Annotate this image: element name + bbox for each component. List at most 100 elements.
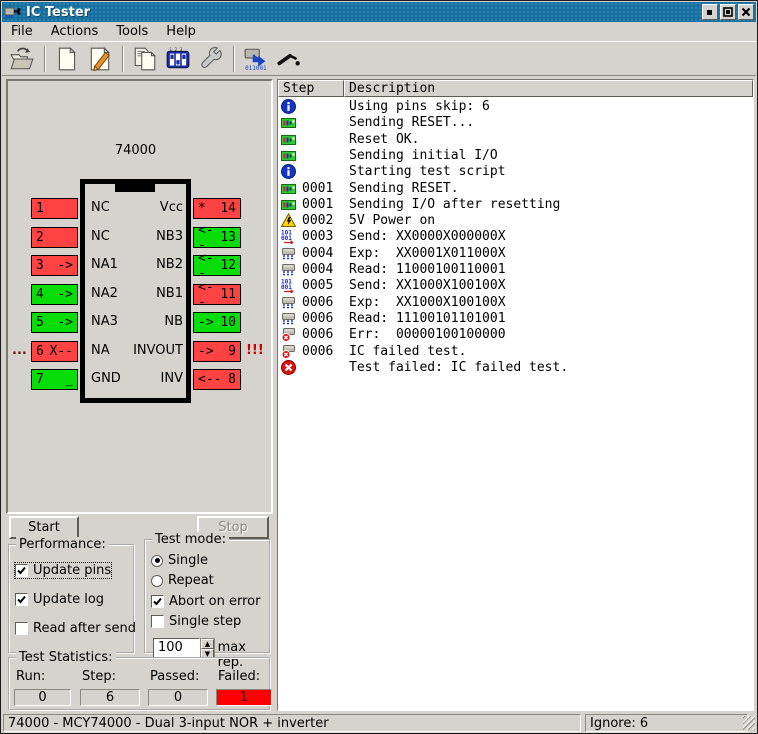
radio-single[interactable]: Single (151, 553, 208, 568)
pin-14-box[interactable]: *14 (193, 198, 241, 219)
log-row[interactable]: Sending RESET... (278, 115, 753, 131)
dip-switch-icon: 1 2 3 (165, 46, 191, 72)
titlebar[interactable]: IC Tester (2, 2, 756, 22)
log-row[interactable]: Sending initial I/O (278, 148, 753, 164)
pin-12-box[interactable]: <--12 (193, 255, 241, 276)
checkbox-box[interactable] (151, 595, 164, 608)
pin-4-box[interactable]: 4-> (31, 284, 78, 305)
checkbox-box[interactable] (151, 615, 164, 628)
pin-8-box[interactable]: <--8 (193, 369, 241, 390)
log-step: 0004 (302, 246, 333, 261)
log-row[interactable]: 0001Sending I/O after resetting (278, 197, 753, 213)
pin-7-box[interactable]: 7_ (31, 369, 78, 390)
log-step: 0006 (302, 344, 333, 359)
log-row[interactable]: 1010010005Send: XX1000X100100X (278, 278, 753, 294)
pin-row: 3->NA1NB2<--12 (8, 255, 275, 276)
performance-group: Performance: Update pinsUpdate logRead a… (8, 544, 135, 654)
status-ignore-count: Ignore: 6 (585, 714, 748, 732)
log-row[interactable]: 0004Read: 11000100110001 (278, 262, 753, 278)
log-row[interactable]: 0001Sending RESET. (278, 181, 753, 197)
chip-icon (281, 197, 296, 212)
pin-row: 7_GNDINV<--8 (8, 369, 275, 390)
menu-file[interactable]: File (2, 22, 42, 41)
log-row[interactable]: Using pins skip: 6 (278, 99, 753, 115)
pin-6-box[interactable]: 6 X-- (31, 341, 78, 362)
pin-direction: <-- (198, 280, 220, 310)
pin-2-box[interactable]: 2 (31, 227, 78, 248)
log-row[interactable]: 0004Exp: XX0001X011000X (278, 246, 753, 262)
wrench-icon (198, 46, 224, 72)
radio-circle[interactable] (151, 555, 163, 567)
pin-9-box[interactable]: ->9 (193, 341, 241, 362)
log-row[interactable]: Starting test script (278, 164, 753, 180)
checkbox-box[interactable] (15, 564, 28, 577)
pin-11-box[interactable]: <--11 (193, 284, 241, 305)
maximize-button[interactable] (720, 4, 736, 20)
menu-tools[interactable]: Tools (107, 22, 157, 41)
test-ic-button[interactable]: 011001 (240, 44, 272, 74)
checkbox-update-log[interactable]: Update log (15, 592, 104, 607)
app-window: IC Tester FileActionsToolsHelp 1 2 3 0110… (0, 0, 758, 734)
copy-button[interactable] (129, 44, 161, 74)
pin-5-box[interactable]: 5-> (31, 312, 78, 333)
pin-direction: -> (57, 287, 73, 302)
chip-icon (281, 132, 296, 147)
pin-number: 6 (36, 344, 44, 359)
pin-direction: -> (198, 315, 214, 330)
edit-button[interactable] (84, 44, 116, 74)
test-statistics-title: Test Statistics: (16, 650, 116, 665)
pin-error-marker: !!! (246, 343, 264, 358)
pin-3-box[interactable]: 3-> (31, 255, 78, 276)
dip-switch-button[interactable]: 1 2 3 (162, 44, 194, 74)
pin-direction: -> (57, 258, 73, 273)
menu-help[interactable]: Help (157, 22, 205, 41)
pin-direction: X-- (50, 344, 73, 359)
read-icon (281, 311, 296, 326)
checkbox-box[interactable] (15, 622, 28, 635)
max-rep-row: 100 ▲ ▼ max rep. (153, 638, 269, 658)
log-row[interactable]: 0006Exp: XX1000X100100X (278, 295, 753, 311)
log-row[interactable]: 0006Read: 11100101101001 (278, 311, 753, 327)
radio-circle[interactable] (151, 575, 163, 587)
menu-actions[interactable]: Actions (42, 22, 108, 41)
pin-13-box[interactable]: <--13 (193, 227, 241, 248)
log-column-step[interactable]: Step (278, 80, 344, 97)
max-rep-spinner[interactable]: ▲ ▼ (200, 638, 214, 658)
pin-14-label: Vcc (160, 200, 183, 215)
checkbox-read-after-send[interactable]: Read after send (15, 621, 136, 636)
close-button[interactable] (738, 4, 754, 20)
max-rep-input[interactable]: 100 (153, 638, 200, 658)
open-button[interactable] (6, 44, 38, 74)
probe-button[interactable] (273, 44, 305, 74)
pin-1-box[interactable]: 1 (31, 198, 78, 219)
minimize-button[interactable] (702, 4, 718, 20)
log-row[interactable]: 1010010003Send: XX0000X000000X (278, 229, 753, 245)
checkbox-abort-on-error[interactable]: Abort on error (151, 594, 260, 609)
new-button[interactable] (51, 44, 83, 74)
pin-direction: _ (65, 372, 73, 387)
log-row[interactable]: 0006Err: 00000100100000 (278, 327, 753, 343)
pin-10-box[interactable]: ->10 (193, 312, 241, 333)
pin-number: 14 (220, 201, 236, 216)
start-button[interactable]: Start (9, 516, 79, 539)
pin-number: 7 (36, 372, 44, 387)
log-row[interactable]: 0006IC failed test. (278, 344, 753, 360)
log-row[interactable]: Test failed: IC failed test. (278, 360, 753, 376)
test-mode-group: Test mode: 100 ▲ ▼ max rep. SingleRepeat… (144, 539, 271, 654)
radio-repeat[interactable]: Repeat (151, 573, 214, 588)
log-step: 0002 (302, 213, 333, 228)
pin-number: 2 (36, 230, 44, 245)
checkbox-single-step[interactable]: Single step (151, 614, 241, 629)
chip-icon (281, 115, 296, 130)
pin-4-label: NA2 (91, 286, 118, 301)
checkbox-update-pins[interactable]: Update pins (15, 563, 111, 578)
resize-grip[interactable] (743, 716, 755, 730)
log-column-description[interactable]: Description (344, 80, 753, 97)
log-step: 0006 (302, 311, 333, 326)
log-row[interactable]: Reset OK. (278, 132, 753, 148)
log-row[interactable]: 00025V Power on (278, 213, 753, 229)
checkbox-box[interactable] (15, 593, 28, 606)
log-description: Starting test script (349, 164, 506, 179)
spin-up-icon[interactable]: ▲ (201, 639, 213, 649)
wrench-button[interactable] (195, 44, 227, 74)
